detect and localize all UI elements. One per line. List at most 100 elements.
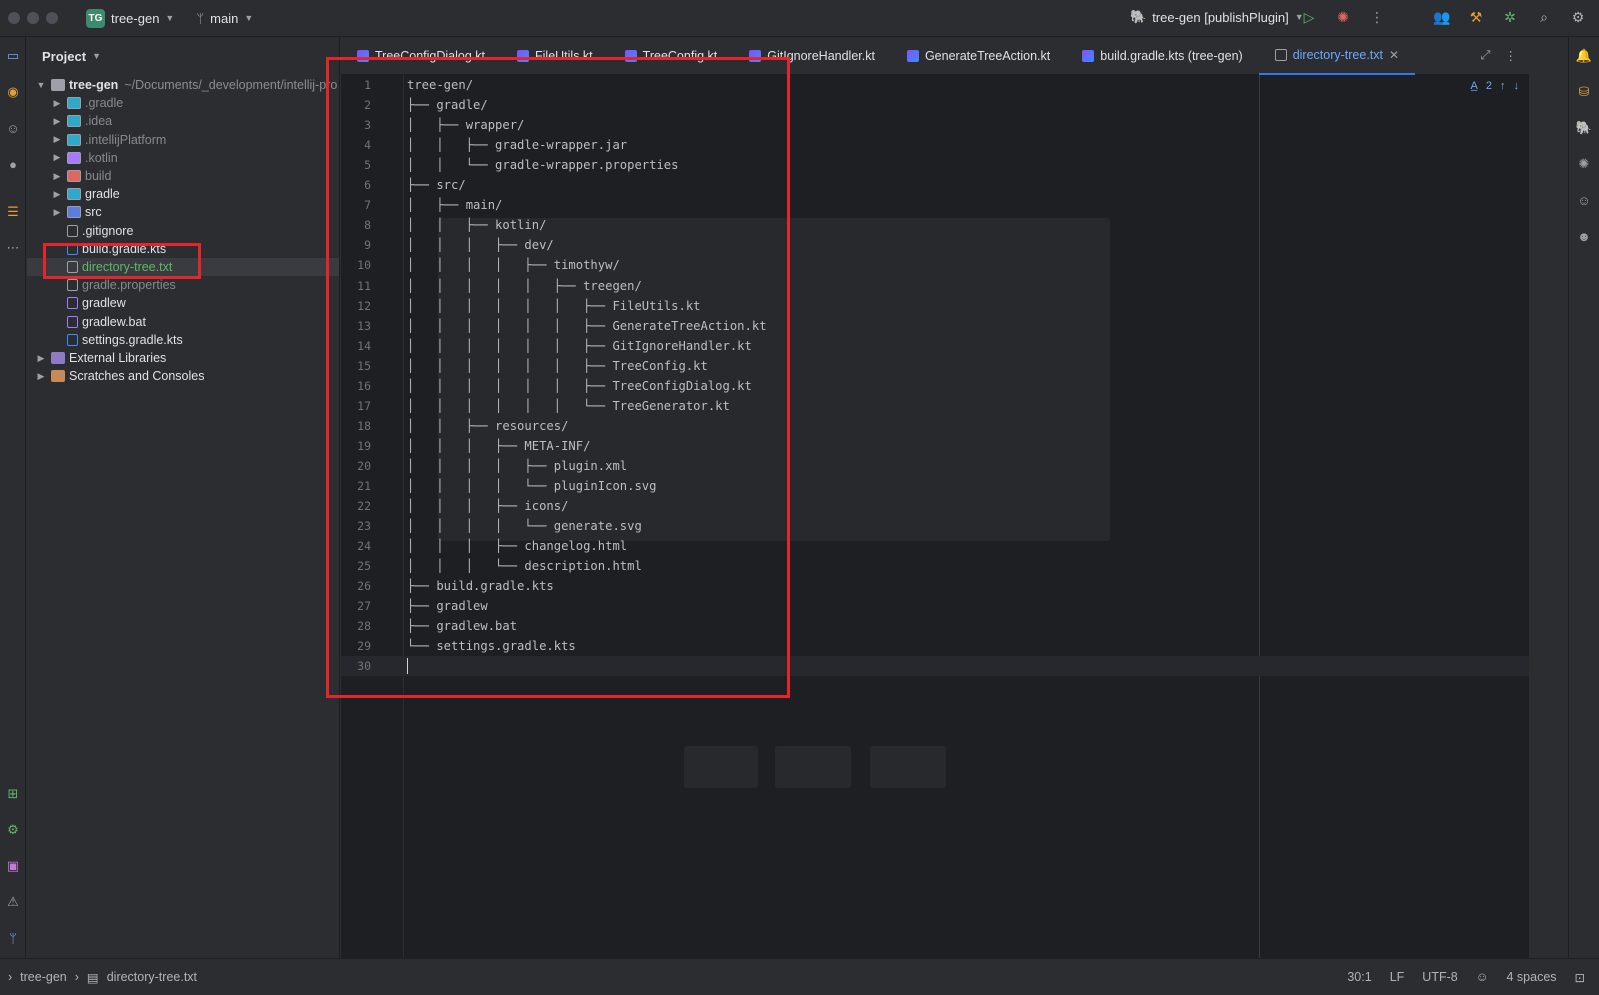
maximize-editor-icon[interactable]: ⤢ [1480, 48, 1490, 63]
line-separator[interactable]: LF [1390, 970, 1405, 984]
tree-item-label: External Libraries [69, 351, 167, 365]
copilot-icon[interactable]: ☺ [4, 119, 22, 137]
gradle-tool-icon[interactable]: 🐘 [1575, 119, 1593, 137]
tree-item[interactable]: ▶ .idea [27, 112, 339, 130]
copilot-status-icon[interactable]: ☺ [1476, 970, 1489, 984]
more-actions-icon[interactable]: ⋮ [1368, 9, 1386, 26]
ai-assistant-icon[interactable]: ✲ [1501, 9, 1519, 26]
status-widgets: 30:1 LF UTF-8 ☺ 4 spaces ⊡ [1347, 970, 1585, 985]
kotlin-file-icon [906, 49, 919, 62]
build-tools-icon[interactable]: ⚒ [1467, 9, 1485, 26]
chevron-down-icon[interactable]: ▼ [35, 80, 47, 90]
project-switcher[interactable]: TG tree-gen ▼ [86, 8, 175, 28]
services-icon[interactable]: ⚙ [4, 821, 22, 839]
folder-icon [51, 79, 65, 91]
chevron-right-icon[interactable]: ▶ [51, 134, 63, 145]
breadcrumb-file[interactable]: directory-tree.txt [107, 970, 197, 984]
chevron-right-icon[interactable]: ▶ [51, 189, 63, 200]
tree-item[interactable]: ▶ build [27, 167, 339, 185]
breadcrumb-project[interactable]: tree-gen [20, 970, 67, 984]
tree-item[interactable]: ▶ .intellijPlatform [27, 131, 339, 149]
tree-item[interactable]: ▶ .gradle [27, 94, 339, 112]
folder-icon [67, 170, 81, 182]
tree-item[interactable]: gradlew.bat [27, 313, 339, 331]
chevron-right-icon[interactable]: ▶ [51, 98, 63, 109]
tree-item-label: src [85, 205, 102, 220]
project-panel-header[interactable]: Project ▼ [27, 37, 339, 75]
text-file-icon: ▤ [86, 970, 99, 985]
chevron-right-icon[interactable]: ▶ [35, 353, 47, 364]
tree-item[interactable]: ▶ gradle [27, 185, 339, 203]
editor-tab[interactable]: directory-tree.txt ✕ [1258, 37, 1416, 75]
tree-item-label: .intellijPlatform [85, 132, 167, 147]
more-tabs-icon[interactable]: ⋮ [1505, 48, 1518, 63]
tree-item-label: build [85, 169, 112, 183]
problems-icon[interactable]: ⚠ [4, 893, 22, 911]
structure-icon[interactable]: ☰ [4, 203, 22, 221]
copilot-chat-icon[interactable]: ☺ [1575, 191, 1593, 209]
tree-item-label: .idea [85, 114, 113, 129]
chevron-right-icon[interactable]: ▶ [51, 116, 63, 127]
caret-position[interactable]: 30:1 [1347, 970, 1371, 984]
file-encoding[interactable]: UTF-8 [1422, 970, 1457, 984]
commit-icon[interactable]: ◉ [4, 83, 22, 101]
branch-name: main [210, 10, 239, 26]
file-icon [67, 279, 78, 292]
branch-switcher[interactable]: ᛘ main ▼ [196, 11, 253, 26]
terminal-icon[interactable]: ▣ [4, 857, 22, 875]
highlight-box [43, 243, 201, 279]
project-tool-icon[interactable]: ▭ [4, 47, 22, 65]
kotlin-file-icon [1082, 49, 1095, 62]
editor-tab[interactable]: build.gradle.kts (tree-gen) [1066, 37, 1258, 75]
minimize-window-button[interactable] [27, 12, 39, 24]
hierarchy-icon[interactable]: ⊞ [4, 785, 22, 803]
run-config-name: tree-gen [publishPlugin] [1152, 9, 1289, 25]
tree-item[interactable]: ▶ .kotlin [27, 149, 339, 167]
git-icon[interactable]: ᛘ [4, 929, 22, 947]
editor-tab-label: build.gradle.kts (tree-gen) [1100, 48, 1243, 63]
run-configuration-selector[interactable]: 🐘 tree-gen [publishPlugin] ▼ [1130, 9, 1304, 25]
tree-item-label: gradle [85, 187, 120, 202]
tree-item[interactable]: gradlew [27, 294, 339, 312]
github-icon[interactable]: ● [4, 155, 22, 173]
debug-icon[interactable]: ✺ [1334, 9, 1352, 26]
title-bar: TG tree-gen ▼ ᛘ main ▼ 🐘 tree-gen [publi… [0, 0, 1599, 37]
folder-icon [67, 97, 81, 110]
chevron-right-icon[interactable]: ▶ [51, 152, 63, 163]
chevron-right-icon[interactable]: ▶ [51, 207, 63, 218]
notifications-icon[interactable]: 🔔 [1575, 47, 1593, 65]
tree-item[interactable]: ▶ Scratches and Consoles [27, 367, 339, 385]
tree-item-path: ~/Documents/_development/intellij-pro [124, 78, 338, 92]
run-icon[interactable]: ▷ [1300, 9, 1318, 26]
indent-setting[interactable]: 4 spaces [1506, 970, 1556, 984]
folder-icon [67, 133, 81, 146]
project-name: tree-gen [111, 10, 160, 26]
tree-item[interactable]: settings.gradle.kts [27, 331, 339, 349]
chevron-right-icon[interactable]: ▶ [35, 371, 47, 382]
chevron-right-icon[interactable]: ▶ [51, 171, 63, 182]
tree-item[interactable]: .gitignore [27, 222, 339, 240]
assistant-icon[interactable]: ☻ [1575, 227, 1593, 245]
tab-actions: ⤢ ⋮ [1480, 48, 1517, 63]
tree-item[interactable]: ▶ src [27, 203, 339, 221]
more-tools-icon[interactable]: ⋯ [4, 239, 22, 257]
toolbar-actions: ▷ ✺ ⋮ [1300, 9, 1386, 26]
chevron-down-icon: ▼ [165, 13, 175, 23]
close-window-button[interactable] [8, 12, 20, 24]
close-icon[interactable]: ✕ [1389, 48, 1399, 62]
maximize-window-button[interactable] [46, 12, 58, 24]
tree-item[interactable]: ▼ tree-gen ~/Documents/_development/intell… [27, 76, 339, 94]
window-controls[interactable] [8, 12, 58, 24]
settings-icon[interactable]: ⚙ [1569, 9, 1587, 26]
background-ghost [870, 746, 946, 788]
text-file-icon [1274, 48, 1287, 61]
search-icon[interactable]: ⌕ [1535, 9, 1553, 26]
editor-tab[interactable]: GenerateTreeAction.kt [891, 37, 1066, 75]
database-icon[interactable]: ⛁ [1575, 83, 1593, 101]
ai-icon[interactable]: ✺ [1575, 155, 1593, 173]
collab-icon[interactable]: 👥 [1433, 9, 1451, 26]
project-panel: Project ▼ ▼ tree-gen ~/Documents/_developm… [27, 37, 340, 975]
tree-item[interactable]: ▶ External Libraries [27, 349, 339, 367]
file-icon [67, 315, 78, 328]
lock-icon[interactable]: ⊡ [1575, 970, 1585, 985]
